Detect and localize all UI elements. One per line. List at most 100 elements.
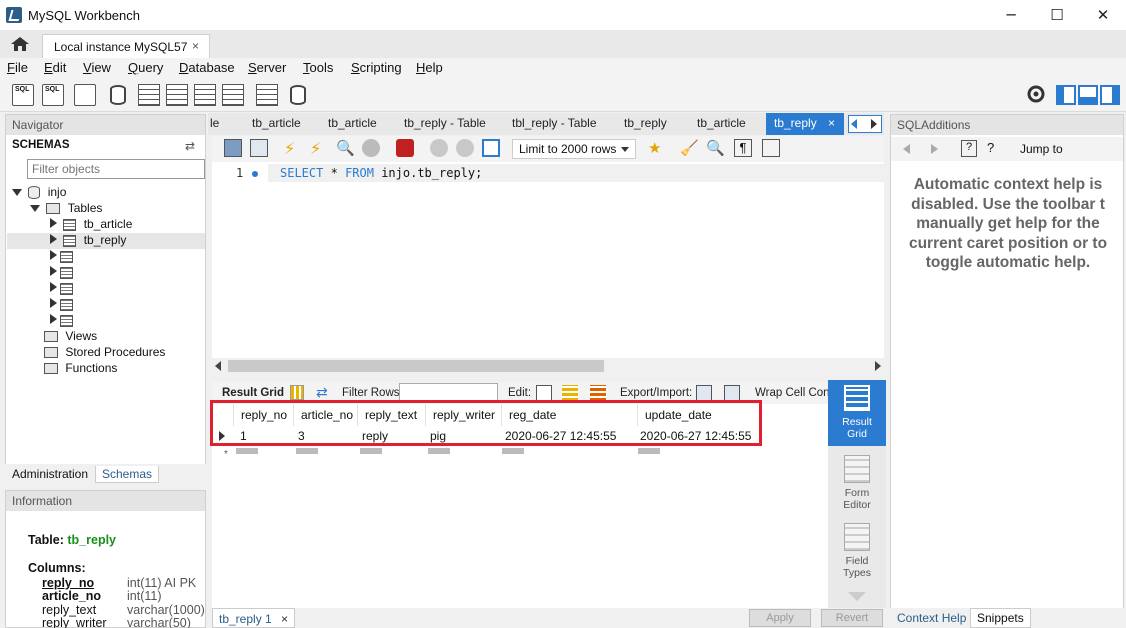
create-procedure-icon[interactable] — [194, 84, 216, 106]
revert-button[interactable]: Revert — [821, 609, 883, 627]
scroll-left-icon[interactable] — [215, 361, 221, 371]
expand-arrow-icon[interactable] — [30, 205, 40, 212]
stop-icon[interactable] — [362, 139, 380, 157]
expand-arrow-icon[interactable] — [12, 189, 22, 196]
null-cell-icon[interactable] — [296, 448, 318, 454]
forward-icon[interactable] — [931, 144, 938, 154]
collapse-arrow-icon[interactable] — [50, 218, 57, 228]
insert-row-icon[interactable] — [562, 385, 578, 401]
editor-tab[interactable]: tb_article — [697, 116, 746, 130]
collapse-arrow-icon[interactable] — [50, 298, 57, 308]
stored-procedures-node[interactable]: Stored Procedures — [44, 345, 165, 361]
tab-administration[interactable]: Administration — [6, 466, 94, 482]
tables-node[interactable]: Tables — [30, 201, 102, 217]
menu-view[interactable]: View — [83, 60, 111, 75]
tab-schemas[interactable]: Schemas — [95, 466, 160, 483]
null-cell-icon[interactable] — [502, 448, 524, 454]
collapse-arrow-icon[interactable] — [50, 234, 57, 244]
jump-to-label[interactable]: Jump to — [1020, 142, 1063, 156]
save-icon[interactable] — [250, 139, 268, 157]
connection-tab-close-icon[interactable]: × — [192, 39, 199, 53]
menu-server[interactable]: Server — [248, 60, 286, 75]
result-tab[interactable]: tb_reply 1 × — [212, 608, 296, 628]
table-node-tb-reply[interactable]: tb_reply — [50, 233, 126, 249]
inspector-icon[interactable] — [74, 84, 96, 106]
search-table-data-icon[interactable] — [256, 84, 278, 106]
schema-node[interactable]: injo — [12, 185, 66, 201]
sql-code[interactable]: SELECT * FROM injo.tb_reply; — [280, 166, 482, 180]
menu-help[interactable]: Help — [416, 60, 443, 75]
menu-file[interactable]: File — [7, 60, 28, 75]
null-cell-icon[interactable] — [428, 448, 450, 454]
editor-tab-active[interactable]: tb_reply × — [766, 113, 844, 135]
editor-tab[interactable]: tb_article — [328, 116, 377, 130]
export-icon[interactable] — [696, 385, 712, 401]
close-button[interactable]: ✕ — [1080, 0, 1126, 30]
field-types-button[interactable]: Field Types — [828, 520, 886, 586]
result-grid[interactable]: reply_no article_no reply_text reply_wri… — [210, 400, 828, 612]
back-icon[interactable] — [903, 144, 910, 154]
filter-objects-input[interactable] — [27, 159, 205, 179]
add-snippet-icon[interactable]: ★ — [648, 139, 666, 157]
functions-node[interactable]: Functions — [44, 361, 117, 377]
refresh-icon[interactable]: ⇄ — [185, 139, 195, 153]
invisible-chars-icon[interactable]: ¶ — [734, 139, 752, 157]
edit-row-icon[interactable] — [536, 385, 552, 401]
editor-tab[interactable]: tb_reply — [624, 116, 667, 130]
toggle-sqladditions-icon[interactable] — [1100, 85, 1120, 105]
scroll-left-icon[interactable] — [851, 119, 857, 129]
sql-editor[interactable]: 1 SELECT * FROM injo.tb_reply; — [212, 162, 884, 358]
execute-current-icon[interactable]: ⚡ — [310, 139, 328, 158]
null-cell-icon[interactable] — [638, 448, 660, 454]
table-node-tb-article[interactable]: tb_article — [50, 217, 132, 233]
grid-view-icon[interactable] — [290, 385, 304, 400]
reconnect-icon[interactable] — [290, 85, 306, 105]
new-sql-tab-icon[interactable] — [12, 84, 34, 106]
table-node[interactable] — [50, 281, 73, 297]
editor-tab[interactable]: tb_reply - Table — [404, 116, 486, 130]
menu-database[interactable]: Database — [179, 60, 235, 75]
tab-context-help[interactable]: Context Help — [897, 611, 966, 625]
collapse-arrow-icon[interactable] — [50, 266, 57, 276]
auto-help-icon[interactable]: ? — [987, 140, 994, 155]
maximize-button[interactable]: ☐ — [1034, 0, 1080, 30]
create-view-icon[interactable] — [166, 84, 188, 106]
autocommit-icon[interactable] — [482, 139, 500, 157]
find-icon[interactable]: 🔍 — [706, 139, 725, 157]
delete-row-icon[interactable] — [590, 385, 606, 401]
open-sql-script-icon[interactable] — [42, 84, 64, 106]
scroll-right-icon[interactable] — [875, 361, 881, 371]
gear-icon[interactable] — [1026, 84, 1046, 104]
collapse-arrow-icon[interactable] — [50, 250, 57, 260]
create-schema-icon[interactable] — [110, 85, 126, 105]
create-function-icon[interactable] — [222, 84, 244, 106]
scrollbar-thumb[interactable] — [228, 360, 604, 372]
open-file-icon[interactable] — [224, 139, 242, 157]
tab-scroll-arrows[interactable] — [848, 115, 882, 133]
tab-snippets[interactable]: Snippets — [970, 608, 1031, 628]
form-editor-button[interactable]: Form Editor — [828, 452, 886, 518]
table-node[interactable] — [50, 265, 73, 281]
menu-scripting[interactable]: Scripting — [351, 60, 402, 75]
menu-tools[interactable]: Tools — [303, 60, 333, 75]
refresh-icon[interactable]: ⇄ — [316, 384, 328, 401]
import-icon[interactable] — [724, 385, 740, 401]
limit-rows-select[interactable]: Limit to 2000 rows — [512, 139, 636, 159]
context-help-icon[interactable]: ? — [961, 140, 977, 157]
connection-tab[interactable]: Local instance MySQL57 × — [42, 34, 210, 58]
toggle-output-icon[interactable] — [1078, 85, 1098, 105]
toggle-error-icon[interactable] — [396, 139, 414, 157]
table-node[interactable] — [50, 297, 73, 313]
editor-tab[interactable]: tb_article — [252, 116, 301, 130]
explain-icon[interactable]: 🔍 — [336, 139, 355, 157]
scroll-right-icon[interactable] — [871, 119, 877, 129]
home-icon[interactable] — [10, 36, 30, 52]
views-node[interactable]: Views — [44, 329, 97, 345]
null-cell-icon[interactable] — [236, 448, 258, 454]
result-grid-button[interactable]: Result Grid — [828, 380, 886, 446]
scroll-down-icon[interactable] — [848, 592, 866, 601]
menu-query[interactable]: Query — [128, 60, 163, 75]
commit-icon[interactable] — [430, 139, 448, 157]
wrap-lines-icon[interactable] — [762, 139, 780, 157]
minimize-button[interactable]: ─ — [988, 0, 1034, 30]
